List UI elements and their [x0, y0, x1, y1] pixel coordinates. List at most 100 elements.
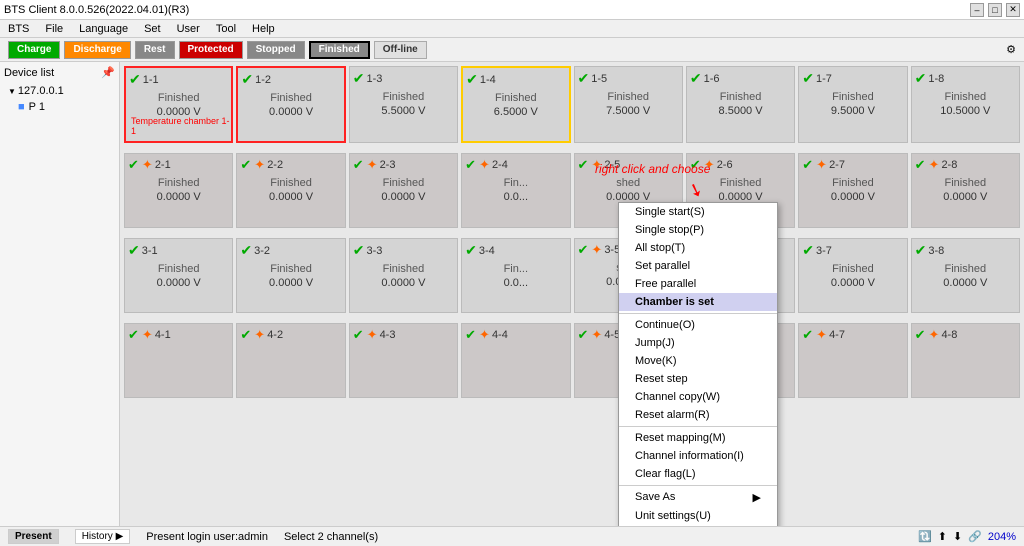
- window-controls[interactable]: – □ ✕: [970, 3, 1020, 17]
- warn-icon: ✦: [591, 327, 602, 343]
- channel-cell-1-3[interactable]: ✔1-3Finished5.5000 V: [349, 66, 458, 143]
- context-menu-item[interactable]: Set parallel: [619, 257, 777, 275]
- context-menu-item[interactable]: Channel information(I): [619, 447, 777, 465]
- minimize-button[interactable]: –: [970, 3, 984, 17]
- context-menu-item[interactable]: Unit settings(U): [619, 507, 777, 525]
- sidebar-item-p1[interactable]: ■ P 1: [4, 99, 115, 115]
- channel-cell-3-8[interactable]: ✔3-8Finished0.0000 V: [911, 238, 1020, 313]
- close-button[interactable]: ✕: [1006, 3, 1020, 17]
- sidebar-pin[interactable]: 📌: [101, 66, 115, 79]
- channel-cell-4-4[interactable]: ✔✦4-4: [461, 323, 570, 398]
- cell-status-text: Finished: [158, 263, 200, 275]
- discharge-button[interactable]: Discharge: [64, 41, 130, 59]
- channel-number: 3-1: [142, 245, 158, 257]
- channel-cell-2-4[interactable]: ✔✦2-4Fin...0.0...: [461, 153, 570, 228]
- context-menu-item-arrow[interactable]: Save As▶: [619, 488, 777, 507]
- toolbar-icon-settings[interactable]: ⚙: [1006, 43, 1016, 56]
- context-menu-item[interactable]: Channel copy(W): [619, 388, 777, 406]
- menu-user[interactable]: User: [173, 23, 204, 35]
- check-icon: ✔: [578, 70, 590, 87]
- context-menu-item[interactable]: Jump(J): [619, 334, 777, 352]
- status-icon-1[interactable]: 🔃: [918, 530, 932, 543]
- channel-number: 1-2: [255, 74, 271, 86]
- status-icon-3[interactable]: ⬇: [953, 530, 962, 543]
- channel-cell-1-1[interactable]: ✔1-1Finished0.0000 VTemperature chamber …: [124, 66, 233, 143]
- cell-status-text: Finished: [158, 177, 200, 189]
- warn-icon: ✦: [816, 157, 827, 173]
- channel-cell-1-4[interactable]: ✔1-4Finished6.5000 V: [461, 66, 570, 143]
- cell-value-text: 0.0000 V: [831, 191, 875, 203]
- context-menu-item[interactable]: Reset mapping(M): [619, 429, 777, 447]
- channel-cell-1-8[interactable]: ✔1-8Finished10.5000 V: [911, 66, 1020, 143]
- charge-button[interactable]: Charge: [8, 41, 60, 59]
- cell-value-text: 0.0000 V: [943, 277, 987, 289]
- channel-cell-3-4[interactable]: ✔3-4Fin...0.0...: [461, 238, 570, 313]
- tab-history[interactable]: History ▶: [75, 529, 131, 544]
- row-gap: [124, 146, 233, 150]
- warn-icon: ✦: [142, 327, 153, 343]
- protected-button[interactable]: Protected: [179, 41, 243, 59]
- offline-button[interactable]: Off-line: [374, 41, 427, 59]
- maximize-button[interactable]: □: [988, 3, 1002, 17]
- tab-present[interactable]: Present: [8, 529, 59, 544]
- channel-cell-2-2[interactable]: ✔✦2-2Finished0.0000 V: [236, 153, 345, 228]
- context-menu-item[interactable]: All stop(T): [619, 239, 777, 257]
- context-menu-item[interactable]: Reset alarm(R): [619, 406, 777, 424]
- context-menu-item[interactable]: Free parallel: [619, 275, 777, 293]
- rest-button[interactable]: Rest: [135, 41, 175, 59]
- finished-button[interactable]: Finished: [309, 41, 370, 59]
- toolbar-right: ⚙: [1006, 43, 1016, 56]
- check-icon: ✔: [915, 70, 927, 87]
- context-menu-item[interactable]: View log: [619, 525, 777, 526]
- channel-cell-3-1[interactable]: ✔3-1Finished0.0000 V: [124, 238, 233, 313]
- channel-cell-4-2[interactable]: ✔✦4-2: [236, 323, 345, 398]
- channel-cell-4-3[interactable]: ✔✦4-3: [349, 323, 458, 398]
- sidebar-item-127[interactable]: ▼ 127.0.0.1: [4, 83, 115, 99]
- context-menu-item[interactable]: Move(K): [619, 352, 777, 370]
- context-menu-item[interactable]: Single stop(P): [619, 221, 777, 239]
- channel-cell-3-2[interactable]: ✔3-2Finished0.0000 V: [236, 238, 345, 313]
- channel-cell-3-7[interactable]: ✔3-7Finished0.0000 V: [798, 238, 907, 313]
- context-menu-item-highlighted[interactable]: Chamber is set: [619, 293, 777, 311]
- channel-cell-3-3[interactable]: ✔3-3Finished0.0000 V: [349, 238, 458, 313]
- menu-file[interactable]: File: [41, 23, 67, 35]
- channel-cell-1-2[interactable]: ✔1-2Finished0.0000 V: [236, 66, 345, 143]
- channel-number: 1-5: [591, 73, 607, 85]
- status-icon-2[interactable]: ⬆: [938, 530, 947, 543]
- menu-language[interactable]: Language: [75, 23, 132, 35]
- cell-value-text: 10.5000 V: [940, 105, 990, 117]
- channel-cell-4-1[interactable]: ✔✦4-1: [124, 323, 233, 398]
- channel-cell-1-6[interactable]: ✔1-6Finished8.5000 V: [686, 66, 795, 143]
- cell-status-text: Finished: [607, 91, 649, 103]
- channel-cell-4-7[interactable]: ✔✦4-7: [798, 323, 907, 398]
- menu-tool[interactable]: Tool: [212, 23, 240, 35]
- device-p1-icon: ■: [18, 101, 25, 113]
- channel-cell-2-1[interactable]: ✔✦2-1Finished0.0000 V: [124, 153, 233, 228]
- channel-cell-1-7[interactable]: ✔1-7Finished9.5000 V: [798, 66, 907, 143]
- row-gap: [349, 231, 458, 235]
- cell-header-2-7: ✔✦2-7: [802, 157, 903, 173]
- menu-bts[interactable]: BTS: [4, 23, 33, 35]
- context-menu-item[interactable]: Continue(O): [619, 316, 777, 334]
- status-icon-4[interactable]: 🔗: [968, 530, 982, 543]
- cell-value-text: 0.0000 V: [269, 277, 313, 289]
- cell-status-text: Finished: [945, 177, 987, 189]
- channel-cell-4-8[interactable]: ✔✦4-8: [911, 323, 1020, 398]
- channel-cell-2-3[interactable]: ✔✦2-3Finished0.0000 V: [349, 153, 458, 228]
- warn-icon: ✦: [367, 157, 378, 173]
- row-gap: [461, 316, 570, 320]
- row-gap: [461, 146, 570, 150]
- context-menu-item[interactable]: Single start(S): [619, 203, 777, 221]
- channel-cell-2-8[interactable]: ✔✦2-8Finished0.0000 V: [911, 153, 1020, 228]
- context-menu-item[interactable]: Clear flag(L): [619, 465, 777, 483]
- check-icon: ✔: [353, 157, 364, 173]
- cell-header-4-2: ✔✦4-2: [240, 327, 341, 343]
- context-menu-item[interactable]: Reset step: [619, 370, 777, 388]
- cell-status-text: Fin...: [504, 177, 528, 189]
- stopped-button[interactable]: Stopped: [247, 41, 305, 59]
- warn-icon: ✦: [591, 157, 602, 173]
- channel-cell-2-7[interactable]: ✔✦2-7Finished0.0000 V: [798, 153, 907, 228]
- channel-cell-1-5[interactable]: ✔1-5Finished7.5000 V: [574, 66, 683, 143]
- menu-help[interactable]: Help: [248, 23, 279, 35]
- menu-set[interactable]: Set: [140, 23, 165, 35]
